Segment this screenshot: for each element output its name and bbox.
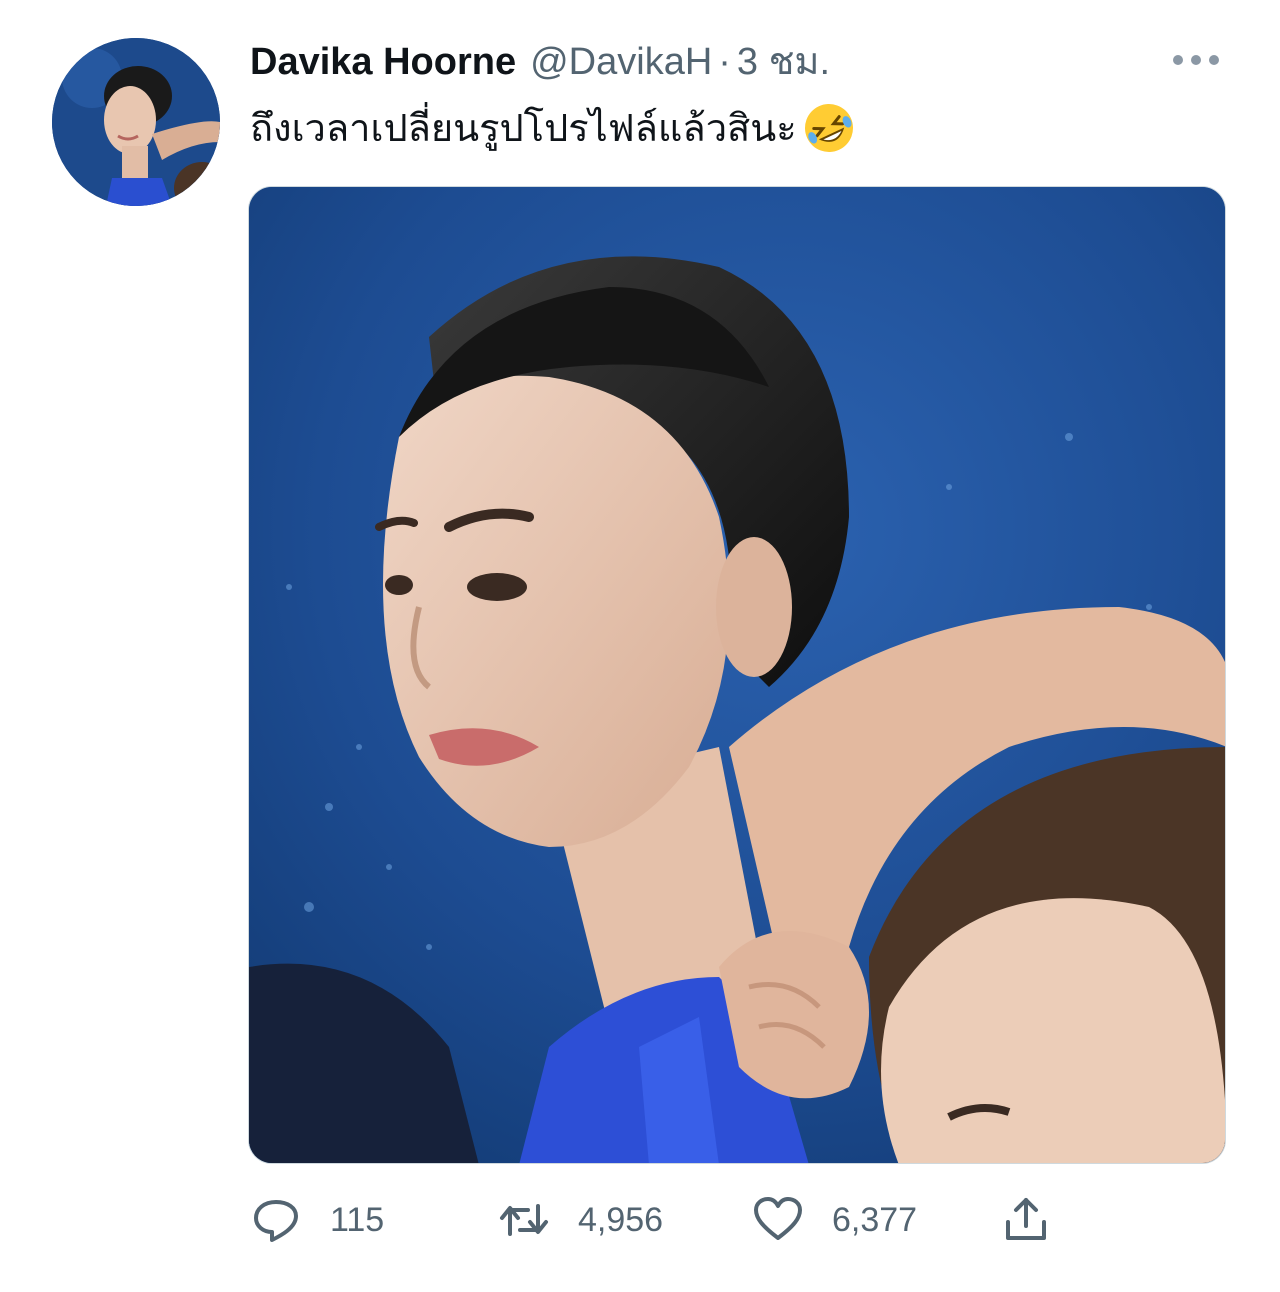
tweet[interactable]: Davika Hoorne @DavikaH · 3 ชม. ถึงเวลาเป… (0, 0, 1280, 1292)
timestamp[interactable]: 3 ชม. (737, 38, 830, 86)
display-name[interactable]: Davika Hoorne (250, 38, 516, 86)
share-icon (1006, 1198, 1046, 1240)
photo-image (249, 187, 1225, 1163)
heart-icon (754, 1197, 802, 1240)
more-options-button[interactable] (1170, 52, 1222, 68)
reply-count: 115 (330, 1200, 385, 1239)
avatar[interactable] (52, 38, 220, 206)
reply-icon (254, 1200, 298, 1242)
share-button[interactable] (1000, 1192, 1052, 1248)
reply-button[interactable]: 115 (250, 1192, 384, 1248)
tweet-text: ถึงเวลาเปลี่ยนรูปโปรไฟล์แล้วสินะ (250, 106, 797, 150)
user-handle[interactable]: @DavikaH (530, 38, 712, 86)
retweet-count: 4,956 (578, 1200, 664, 1239)
more-horizontal-icon (1173, 55, 1219, 65)
like-count: 6,377 (832, 1200, 918, 1239)
retweet-icon (500, 1204, 548, 1236)
avatar-image (52, 38, 220, 206)
like-button[interactable]: 6,377 (752, 1192, 917, 1248)
retweet-button[interactable]: 4,956 (498, 1192, 663, 1248)
tweet-photo[interactable] (248, 186, 1226, 1164)
separator-dot: · (718, 41, 731, 83)
tweet-header: Davika Hoorne @DavikaH · 3 ชม. (250, 38, 830, 86)
tweet-text-row: ถึงเวลาเปลี่ยนรูปโปรไฟล์แล้วสินะ (250, 100, 857, 156)
rolling-on-the-floor-laughing-emoji (804, 104, 853, 152)
tweet-actions: 115 4,956 6,377 (250, 1192, 1070, 1248)
